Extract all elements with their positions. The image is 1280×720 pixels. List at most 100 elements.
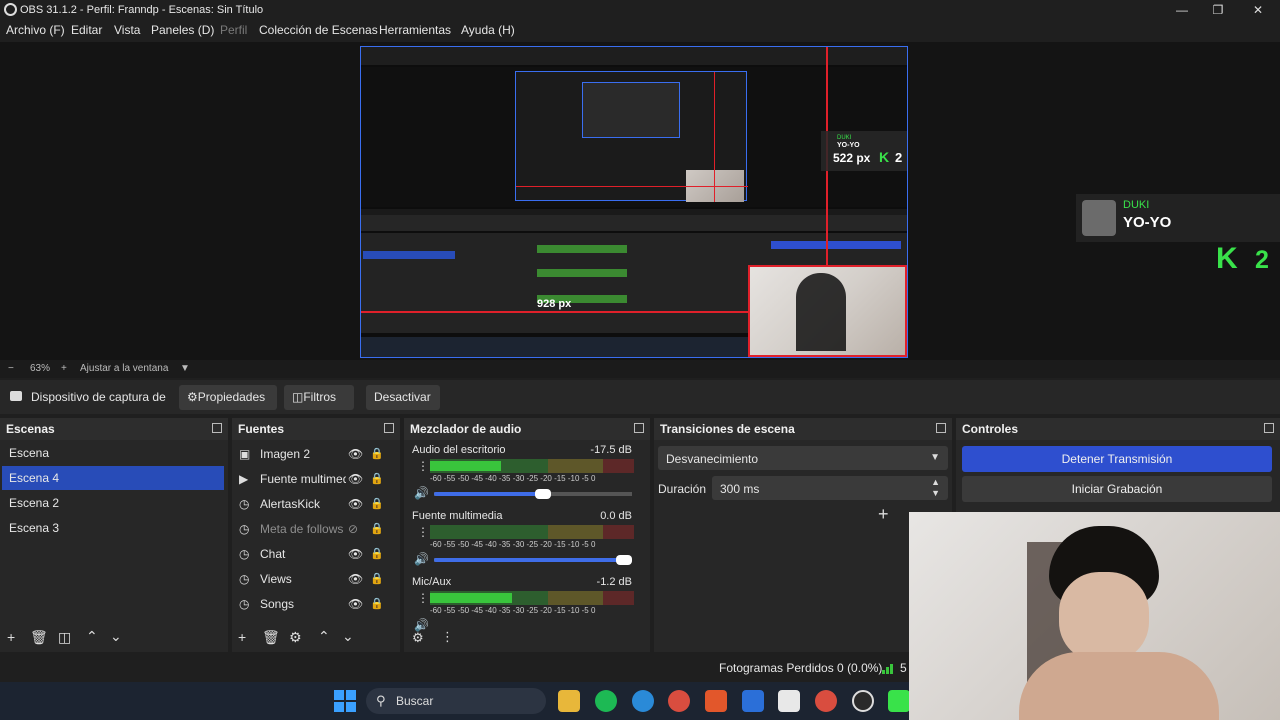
source-item[interactable]: ▣ Imagen 2 👁 🔒 (234, 442, 424, 467)
lock-icon[interactable]: 🔒 (370, 567, 384, 592)
volume-slider[interactable] (434, 555, 632, 565)
add-icon[interactable]: + (878, 504, 889, 525)
lock-icon[interactable]: 🔒 (370, 442, 384, 467)
chevron-down-icon[interactable]: ⌄ (342, 628, 354, 645)
menu-file[interactable]: Archivo (F) (6, 23, 65, 37)
inner-kick-icon: K (879, 149, 890, 165)
scene-item[interactable]: Escena (2, 441, 224, 465)
lock-icon[interactable]: 🔒 (370, 542, 384, 567)
lock-icon[interactable]: 🔒 (370, 517, 384, 542)
properties-button[interactable]: ⚙Propiedades (179, 385, 277, 410)
level-meter (430, 591, 634, 605)
eye-icon[interactable]: 👁 (348, 492, 363, 517)
volume-knob[interactable] (534, 489, 551, 499)
selected-webcam-source[interactable] (748, 265, 907, 357)
lock-icon[interactable]: 🔒 (370, 467, 384, 492)
scene-item[interactable]: Escena 3 (2, 516, 224, 540)
transitions-header: Transiciones de escena (654, 418, 952, 440)
add-icon[interactable]: + (238, 629, 246, 645)
menu-edit[interactable]: Editar (71, 23, 102, 37)
filters-button[interactable]: ◫Filtros (284, 385, 354, 410)
transition-select[interactable]: Desvanecimiento ▼ (658, 446, 948, 470)
maximize-icon[interactable]: ❐ (1200, 1, 1236, 19)
eye-icon[interactable]: 👁 (348, 542, 363, 567)
volume-knob[interactable] (616, 555, 632, 565)
trash-icon[interactable]: 🗑 (30, 629, 48, 646)
menu-docks[interactable]: Paneles (D) (151, 23, 214, 37)
undock-icon[interactable] (212, 423, 222, 433)
kick-app-icon[interactable] (888, 690, 910, 712)
eye-icon[interactable]: 👁 (348, 467, 363, 492)
source-item[interactable]: ◷ Views 👁 🔒 (234, 567, 424, 592)
eye-hidden-icon[interactable]: ⊘ (348, 517, 358, 542)
chrome-icon[interactable] (668, 690, 690, 712)
chevron-down-icon[interactable]: ▼ (180, 363, 190, 374)
filter-icon[interactable]: ◫ (58, 629, 71, 646)
more-icon[interactable]: ⋮ (417, 459, 429, 473)
audio-mixer-dock: Mezclador de audio Audio del escritorio … (404, 418, 650, 652)
meter-zone (548, 525, 604, 539)
chrome-profile-icon[interactable] (815, 690, 837, 712)
visual-studio-icon[interactable] (742, 690, 764, 712)
windows-start-icon[interactable] (334, 690, 356, 712)
menu-view[interactable]: Vista (114, 23, 140, 37)
scene-item[interactable]: Escena 2 (2, 491, 224, 515)
menu-tools[interactable]: Herramientas (379, 23, 451, 37)
more-icon[interactable]: ⋮ (441, 629, 454, 645)
edge-icon[interactable] (632, 690, 654, 712)
eye-icon[interactable]: 👁 (348, 592, 363, 617)
preview-canvas[interactable]: DUKI YO-YO 522 px K 2 928 px (360, 46, 908, 358)
fit-to-window[interactable]: Ajustar a la ventana (80, 363, 168, 374)
image-icon: ▣ (239, 447, 251, 461)
brave-icon[interactable] (705, 690, 727, 712)
menu-scene-collection[interactable]: Colección de Escenas (259, 23, 378, 37)
file-explorer-icon[interactable] (558, 690, 580, 712)
eye-icon[interactable]: 👁 (348, 442, 363, 467)
speaker-icon[interactable]: 🔊 (414, 486, 429, 500)
menu-help[interactable]: Ayuda (H) (461, 23, 515, 37)
obs-taskbar-icon[interactable] (852, 690, 874, 712)
trash-icon[interactable]: 🗑 (262, 629, 280, 646)
volume-fill (434, 558, 632, 562)
more-icon[interactable]: ⋮ (417, 591, 429, 605)
close-icon[interactable]: ✕ (1240, 1, 1276, 19)
source-item[interactable]: ◷ Songs 👁 🔒 (234, 592, 424, 617)
eye-icon[interactable]: 👁 (348, 567, 363, 592)
start-recording-button[interactable]: Iniciar Grabación (962, 476, 1272, 502)
meter-ticks: -60 -55 -50 -45 -40 -35 -30 -25 -20 -15 … (430, 540, 596, 549)
source-item[interactable]: ◷ AlertasKick 👁 🔒 (234, 492, 424, 517)
gear-icon[interactable]: ⚙ (412, 630, 424, 646)
store-icon[interactable] (778, 690, 800, 712)
chevron-up-icon[interactable]: ▲ (931, 477, 940, 487)
chevron-up-icon[interactable]: ⌃ (86, 628, 98, 645)
zoom-in-button[interactable]: + (61, 363, 67, 374)
undock-icon[interactable] (936, 423, 946, 433)
gear-icon[interactable]: ⚙ (289, 629, 302, 646)
chevron-down-icon[interactable]: ▼ (931, 488, 940, 498)
zoom-out-button[interactable]: − (8, 363, 14, 374)
scene-item-selected[interactable]: Escena 4 (2, 466, 224, 490)
meter-ticks: -60 -55 -50 -45 -40 -35 -30 -25 -20 -15 … (430, 606, 596, 615)
source-item[interactable]: ▶Fuente multimedia👁🔒 (234, 467, 424, 492)
stop-streaming-button[interactable]: Detener Transmisión (962, 446, 1272, 472)
source-item[interactable]: ◷ Chat 👁 🔒 (234, 542, 424, 567)
volume-slider[interactable] (434, 489, 632, 499)
lock-icon[interactable]: 🔒 (370, 592, 384, 617)
duration-spinbox[interactable]: 300 ms ▲ ▼ (712, 476, 948, 500)
taskbar-search[interactable]: ⚲ Buscar (366, 688, 546, 714)
undock-icon[interactable] (1264, 423, 1274, 433)
spotify-icon[interactable] (595, 690, 617, 712)
chevron-down-icon[interactable]: ⌄ (110, 628, 122, 645)
source-item-hidden[interactable]: ◷ Meta de follows ⊘ 🔒 (234, 517, 424, 542)
speaker-icon[interactable]: 🔊 (414, 552, 429, 566)
lock-icon[interactable]: 🔒 (370, 492, 384, 517)
scenes-dock: Escenas Escena Escena 4 Escena 2 Escena … (0, 418, 228, 652)
more-icon[interactable]: ⋮ (417, 525, 429, 539)
chevron-up-icon[interactable]: ⌃ (318, 628, 330, 645)
undock-icon[interactable] (634, 423, 644, 433)
width-label: 522 px (833, 151, 871, 165)
undock-icon[interactable] (384, 423, 394, 433)
minimize-icon[interactable]: — (1164, 1, 1200, 19)
deactivate-button[interactable]: Desactivar (366, 385, 440, 410)
add-icon[interactable]: + (7, 629, 15, 645)
